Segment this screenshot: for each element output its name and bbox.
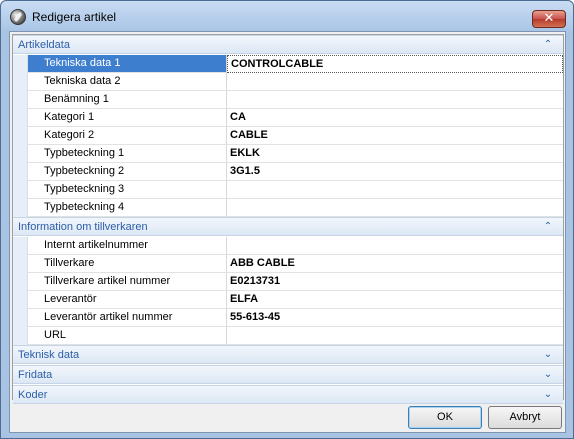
category-label: Artikeldata	[18, 39, 70, 51]
property-row[interactable]: Kategori 1 CA	[13, 109, 563, 127]
row-margin	[13, 291, 28, 309]
property-name[interactable]: Tillverkare artikel nummer	[28, 273, 227, 291]
property-name[interactable]: URL	[28, 327, 227, 345]
category-header[interactable]: Teknisk data ⌄	[13, 345, 563, 364]
close-button[interactable]: ✕	[532, 10, 566, 28]
property-value[interactable]: CABLE	[227, 127, 563, 145]
property-name[interactable]: Kategori 1	[28, 109, 227, 127]
expand-chevron-icon[interactable]: ⌄	[540, 348, 556, 362]
expand-chevron-icon[interactable]: ⌄	[540, 368, 556, 382]
category-header[interactable]: Artikeldata ⌃	[13, 35, 563, 54]
property-value[interactable]	[227, 237, 563, 255]
property-value[interactable]: 55-613-45	[227, 309, 563, 327]
property-value[interactable]: EKLK	[227, 145, 563, 163]
property-row[interactable]: Kategori 2 CABLE	[13, 127, 563, 145]
cancel-button[interactable]: Avbryt	[488, 406, 562, 429]
property-value[interactable]: CONTROLCABLE	[227, 55, 563, 73]
row-margin	[13, 309, 28, 327]
title-bar[interactable]: Redigera artikel ✕	[1, 1, 573, 31]
property-row[interactable]: Typbeteckning 2 3G1.5	[13, 163, 563, 181]
app-icon	[10, 9, 26, 25]
property-value[interactable]: 3G1.5	[227, 163, 563, 181]
property-grid[interactable]: Artikeldata ⌃ Tekniska data 1 CONTROLCABLE T…	[12, 34, 564, 404]
category-header[interactable]: Fridata ⌄	[13, 365, 563, 384]
category-label: Koder	[18, 389, 48, 401]
row-margin	[13, 199, 28, 217]
row-margin	[13, 145, 28, 163]
row-margin	[13, 73, 28, 91]
property-row[interactable]: Tekniska data 1 CONTROLCABLE	[13, 55, 563, 73]
row-margin	[13, 163, 28, 181]
property-row[interactable]: Typbeteckning 4	[13, 199, 563, 217]
property-value[interactable]: E0213731	[227, 273, 563, 291]
property-name[interactable]: Benämning 1	[28, 91, 227, 109]
property-row[interactable]: Tekniska data 2	[13, 73, 563, 91]
row-margin	[13, 127, 28, 145]
dialog-window: Redigera artikel ✕ Artikeldata ⌃ Tekniska …	[0, 0, 574, 439]
category-label: Teknisk data	[18, 349, 80, 361]
category-header[interactable]: Koder ⌄	[13, 385, 563, 404]
row-margin	[13, 109, 28, 127]
property-value[interactable]: ELFA	[227, 291, 563, 309]
property-value[interactable]	[227, 91, 563, 109]
row-margin	[13, 91, 28, 109]
row-margin	[13, 181, 28, 199]
ok-button[interactable]: OK	[408, 406, 482, 429]
property-row[interactable]: Tillverkare ABB CABLE	[13, 255, 563, 273]
property-value[interactable]	[227, 327, 563, 345]
property-value[interactable]	[227, 181, 563, 199]
row-margin	[13, 237, 28, 255]
property-row[interactable]: URL	[13, 327, 563, 345]
property-value[interactable]	[227, 199, 563, 217]
property-name[interactable]: Typbeteckning 4	[28, 199, 227, 217]
property-row[interactable]: Typbeteckning 3	[13, 181, 563, 199]
property-name[interactable]: Typbeteckning 1	[28, 145, 227, 163]
property-name[interactable]: Leverantör artikel nummer	[28, 309, 227, 327]
category-header[interactable]: Information om tillverkaren ⌃	[13, 217, 563, 236]
property-row[interactable]: Typbeteckning 1 EKLK	[13, 145, 563, 163]
property-value[interactable]: ABB CABLE	[227, 255, 563, 273]
collapse-chevron-icon[interactable]: ⌃	[540, 38, 556, 52]
property-name[interactable]: Typbeteckning 2	[28, 163, 227, 181]
property-name[interactable]: Internt artikelnummer	[28, 237, 227, 255]
property-row[interactable]: Benämning 1	[13, 91, 563, 109]
property-name[interactable]: Leverantör	[28, 291, 227, 309]
property-value[interactable]: CA	[227, 109, 563, 127]
property-row[interactable]: Leverantör ELFA	[13, 291, 563, 309]
row-margin	[13, 273, 28, 291]
category-label: Fridata	[18, 369, 53, 381]
window-title: Redigera artikel	[32, 10, 117, 24]
row-margin	[13, 255, 28, 273]
collapse-chevron-icon[interactable]: ⌃	[540, 220, 556, 234]
dialog-client-area: Artikeldata ⌃ Tekniska data 1 CONTROLCABLE T…	[9, 31, 566, 433]
property-name[interactable]: Typbeteckning 3	[28, 181, 227, 199]
row-margin	[13, 327, 28, 345]
property-name[interactable]: Tekniska data 1	[28, 55, 227, 73]
category-label: Information om tillverkaren	[18, 221, 148, 233]
property-row[interactable]: Internt artikelnummer	[13, 237, 563, 255]
property-row[interactable]: Tillverkare artikel nummer E0213731	[13, 273, 563, 291]
property-name[interactable]: Kategori 2	[28, 127, 227, 145]
property-row[interactable]: Leverantör artikel nummer 55-613-45	[13, 309, 563, 327]
expand-chevron-icon[interactable]: ⌄	[540, 388, 556, 402]
property-name[interactable]: Tekniska data 2	[28, 73, 227, 91]
property-name[interactable]: Tillverkare	[28, 255, 227, 273]
row-margin	[13, 55, 28, 73]
property-value[interactable]	[227, 73, 563, 91]
